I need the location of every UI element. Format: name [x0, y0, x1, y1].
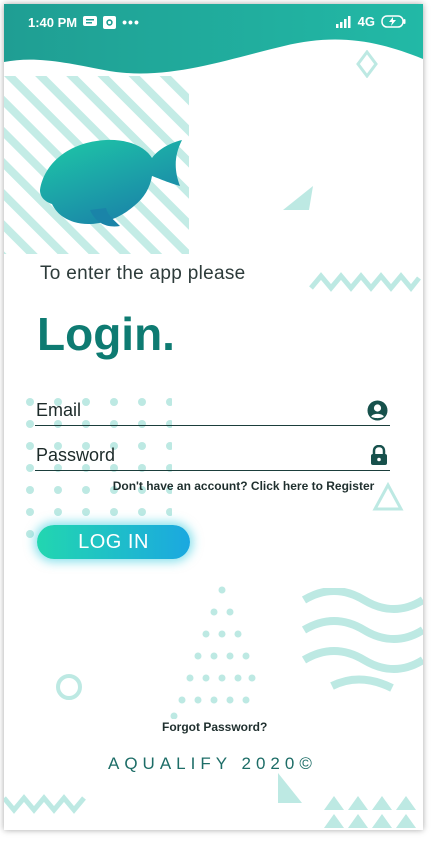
decor-zigzag-bottom: [4, 794, 86, 814]
login-subtitle: To enter the app please: [40, 263, 246, 284]
record-icon: [103, 15, 117, 29]
more-dots-icon: •••: [122, 14, 140, 30]
network-type: 4G: [357, 14, 375, 29]
decor-triangle-filled: [283, 186, 313, 210]
lock-icon: [371, 445, 387, 465]
user-circle-icon: [367, 400, 388, 421]
app-screen: 1:40 PM ••• 4G To enter the app please L…: [4, 4, 423, 830]
register-link[interactable]: Don't have an account? Click here to Reg…: [4, 479, 423, 493]
decor-zigzag-top: [309, 272, 421, 292]
decor-triangle-small: [278, 773, 302, 803]
login-title: Login.: [37, 308, 175, 360]
decor-triangle-row: [324, 796, 416, 828]
password-field-container: [35, 442, 390, 471]
message-icon: [83, 16, 98, 26]
decor-waves: [302, 588, 423, 692]
footer-copyright: AQUALIFY 2020©: [108, 754, 317, 773]
status-time: 1:40 PM: [28, 14, 78, 30]
decor-dot-triangle: [170, 586, 256, 719]
status-bar: 1:40 PM ••• 4G: [4, 4, 423, 38]
email-field[interactable]: [35, 397, 336, 423]
fish-logo-icon: [40, 139, 182, 227]
password-field[interactable]: [35, 442, 336, 468]
signal-icon: [335, 15, 351, 28]
email-field-container: [35, 397, 390, 426]
forgot-password-link[interactable]: Forgot Password?: [162, 720, 267, 734]
battery-charging-icon: [381, 15, 406, 28]
login-button[interactable]: LOG IN: [37, 525, 190, 559]
decor-ring: [56, 674, 82, 700]
logo-panel: [4, 76, 189, 254]
